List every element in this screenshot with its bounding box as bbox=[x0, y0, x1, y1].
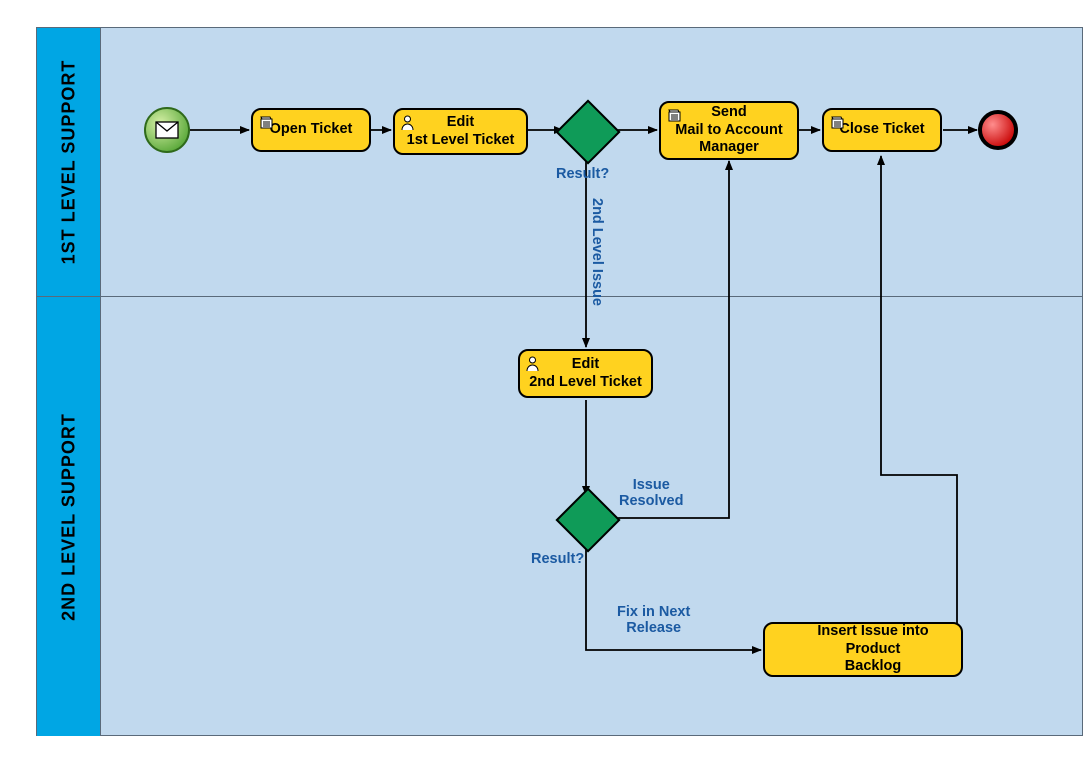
task-insert-backlog-label: Insert Issue into Product Backlog bbox=[791, 623, 955, 675]
label-2nd-level-issue: 2nd Level Issue bbox=[589, 198, 605, 306]
file-icon bbox=[830, 115, 844, 134]
task-open-ticket-label: Open Ticket bbox=[270, 121, 353, 138]
lane-header-second: 2ND LEVEL SUPPORT bbox=[37, 296, 101, 736]
gateway-result-1 bbox=[555, 99, 620, 164]
task-open-ticket: Open Ticket bbox=[251, 108, 371, 152]
task-send-mail: Send Mail to Account Manager bbox=[659, 101, 799, 160]
pool: 1ST LEVEL SUPPORT 2ND LEVEL SUPPORT bbox=[36, 27, 1083, 736]
end-event bbox=[980, 112, 1016, 148]
task-edit-1st-level-label: Edit 1st Level Ticket bbox=[407, 114, 515, 149]
file-icon bbox=[667, 108, 681, 127]
lane-label-first: 1ST LEVEL SUPPORT bbox=[58, 60, 79, 265]
task-close-ticket-label: Close Ticket bbox=[839, 121, 924, 138]
user-icon bbox=[401, 115, 414, 134]
file-icon bbox=[259, 115, 273, 134]
bpmn-diagram: 1ST LEVEL SUPPORT 2ND LEVEL SUPPORT bbox=[0, 0, 1089, 768]
label-fix-next-release: Fix in Next Release bbox=[617, 604, 690, 636]
task-insert-backlog: Insert Issue into Product Backlog bbox=[763, 622, 963, 677]
task-close-ticket: Close Ticket bbox=[822, 108, 942, 152]
task-edit-2nd-level-label: Edit 2nd Level Ticket bbox=[529, 356, 642, 391]
task-edit-1st-level: Edit 1st Level Ticket bbox=[393, 108, 528, 155]
user-icon bbox=[526, 356, 539, 375]
task-edit-2nd-level: Edit 2nd Level Ticket bbox=[518, 349, 653, 398]
label-issue-resolved: Issue Resolved bbox=[619, 477, 683, 509]
lane-label-second: 2ND LEVEL SUPPORT bbox=[58, 413, 79, 621]
gateway-result-2 bbox=[555, 487, 620, 552]
label-result-1: Result? bbox=[556, 166, 609, 182]
lane-header-first: 1ST LEVEL SUPPORT bbox=[37, 28, 101, 296]
label-result-2: Result? bbox=[531, 551, 584, 567]
start-event bbox=[145, 108, 189, 152]
task-send-mail-label: Send Mail to Account Manager bbox=[675, 104, 782, 156]
